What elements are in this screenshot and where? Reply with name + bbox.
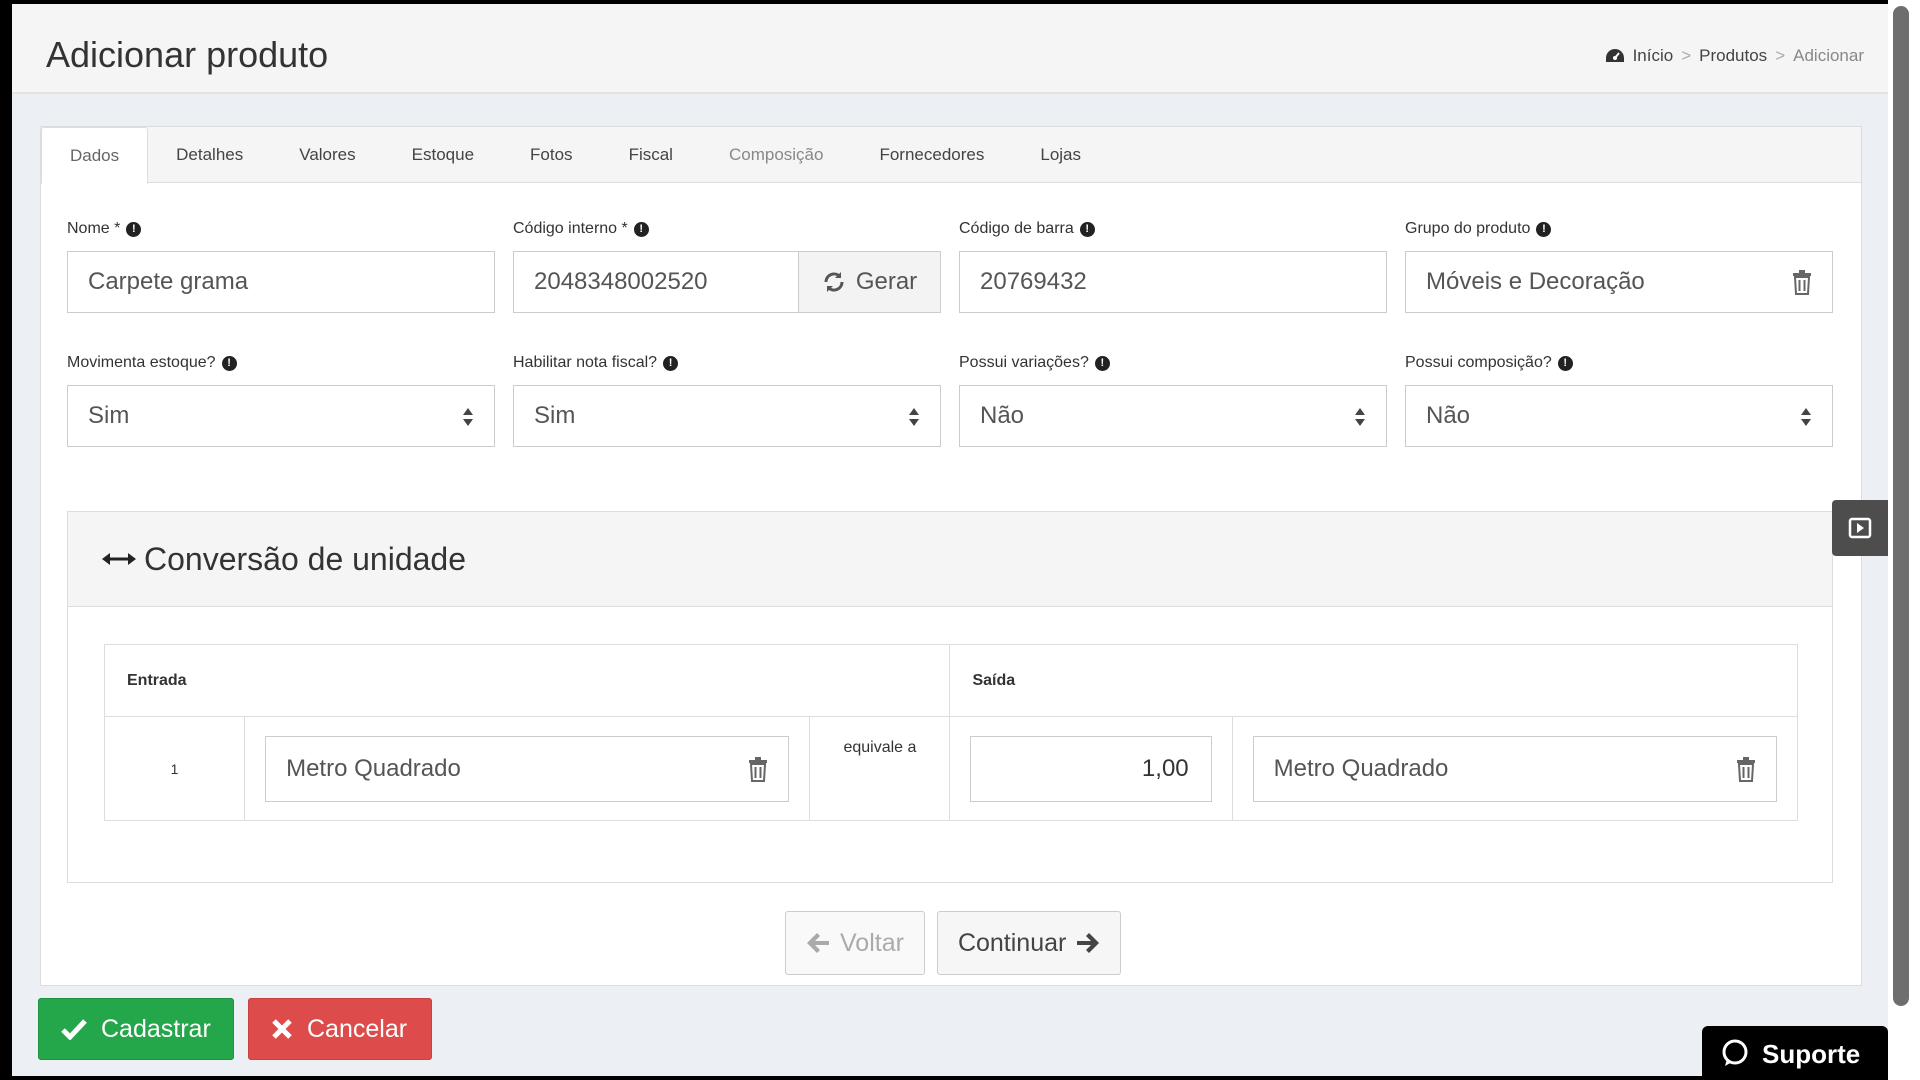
tab-fornecedores[interactable]: Fornecedores bbox=[851, 127, 1012, 182]
trash-icon[interactable] bbox=[1734, 755, 1758, 783]
table-row: 1 Metro Quadrado equivale a 1,00 Metro Q… bbox=[103, 716, 1799, 821]
entrada-quantity: 1 bbox=[103, 716, 246, 821]
dashboard-icon bbox=[1605, 49, 1624, 62]
info-icon[interactable]: ! bbox=[1536, 221, 1552, 237]
entrada-unit-input[interactable]: Metro Quadrado bbox=[265, 735, 790, 802]
field-movimenta-estoque: Movimenta estoque? ! Sim bbox=[67, 351, 495, 447]
field-nome: Nome * ! Carpete grama bbox=[67, 217, 495, 313]
info-icon[interactable]: ! bbox=[1557, 355, 1573, 371]
composicao-label: Possui composição? ! bbox=[1405, 351, 1833, 375]
app-window: Adicionar produto Início > Produtos > Ad… bbox=[12, 4, 1888, 1076]
breadcrumb-inicio[interactable]: Início bbox=[1633, 46, 1674, 66]
conversao-heading: Conversão de unidade bbox=[68, 512, 1832, 607]
info-icon[interactable]: ! bbox=[1094, 355, 1110, 371]
movimenta-estoque-label: Movimenta estoque? ! bbox=[67, 351, 495, 375]
breadcrumb-produtos[interactable]: Produtos bbox=[1699, 46, 1767, 66]
table-header-row: Entrada Saída bbox=[103, 644, 1798, 717]
arrow-right-icon bbox=[1077, 933, 1100, 953]
form-row-1: Nome * ! Carpete grama Código interno * … bbox=[67, 217, 1835, 313]
codigo-barra-label: Código de barra ! bbox=[959, 217, 1387, 241]
select-caret-icon bbox=[463, 408, 473, 426]
info-icon[interactable]: ! bbox=[633, 221, 649, 237]
movimenta-estoque-select[interactable]: Sim bbox=[67, 385, 495, 447]
tab-composicao[interactable]: Composição bbox=[701, 127, 852, 182]
entrada-header: Entrada bbox=[103, 644, 951, 717]
product-form-box: Dados Detalhes Valores Estoque Fotos Fis… bbox=[40, 126, 1862, 986]
cadastrar-button[interactable]: Cadastrar bbox=[38, 998, 234, 1060]
grupo-input[interactable]: Móveis e Decoração bbox=[1405, 251, 1833, 313]
field-grupo: Grupo do produto ! Móveis e Decoração bbox=[1405, 217, 1833, 313]
conversao-table: Entrada Saída 1 Metro Quadrado equivale … bbox=[103, 644, 1799, 821]
tab-dados[interactable]: Dados bbox=[41, 127, 149, 184]
nome-input[interactable]: Carpete grama bbox=[67, 251, 495, 313]
tab-valores[interactable]: Valores bbox=[271, 127, 383, 182]
codigo-interno-label: Código interno * ! bbox=[513, 217, 941, 241]
variacoes-label: Possui variações? ! bbox=[959, 351, 1387, 375]
chat-bubble-icon bbox=[1722, 1039, 1748, 1066]
breadcrumb: Início > Produtos > Adicionar bbox=[1605, 46, 1864, 66]
composicao-select[interactable]: Não bbox=[1405, 385, 1833, 447]
tab-fiscal[interactable]: Fiscal bbox=[601, 127, 701, 182]
breadcrumb-adicionar: Adicionar bbox=[1793, 46, 1864, 65]
tab-estoque[interactable]: Estoque bbox=[384, 127, 502, 182]
gerar-button[interactable]: Gerar bbox=[799, 251, 941, 313]
info-icon[interactable]: ! bbox=[663, 355, 679, 371]
grupo-label: Grupo do produto ! bbox=[1405, 217, 1833, 241]
saida-unit-input[interactable]: Metro Quadrado bbox=[1252, 735, 1777, 802]
field-composicao: Possui composição? ! Não bbox=[1405, 351, 1833, 447]
suporte-button[interactable]: Suporte bbox=[1702, 1026, 1888, 1076]
codigo-interno-group: 2048348002520 Gerar bbox=[513, 251, 941, 313]
tab-bar: Dados Detalhes Valores Estoque Fotos Fis… bbox=[41, 127, 1861, 184]
codigo-interno-input[interactable]: 2048348002520 bbox=[513, 251, 799, 313]
conversao-panel: Conversão de unidade Entrada Saída 1 Met… bbox=[67, 511, 1833, 883]
horizontal-arrows-icon bbox=[102, 553, 136, 565]
select-caret-icon bbox=[1801, 408, 1811, 426]
select-caret-icon bbox=[909, 408, 919, 426]
tab-lojas[interactable]: Lojas bbox=[1012, 127, 1109, 182]
scrollbar[interactable] bbox=[1888, 0, 1920, 1080]
nota-fiscal-label: Habilitar nota fiscal? ! bbox=[513, 351, 941, 375]
saida-header: Saída bbox=[949, 644, 1798, 717]
close-icon bbox=[272, 1019, 292, 1039]
breadcrumb-separator: > bbox=[1681, 46, 1692, 65]
nome-label: Nome * ! bbox=[67, 217, 495, 241]
conversao-title: Conversão de unidade bbox=[144, 540, 467, 577]
form-row-2: Movimenta estoque? ! Sim Habilitar nota … bbox=[67, 351, 1835, 447]
arrow-left-icon bbox=[807, 933, 829, 953]
select-caret-icon bbox=[1355, 408, 1365, 426]
page-title: Adicionar produto bbox=[46, 34, 329, 75]
voltar-button[interactable]: Voltar bbox=[785, 911, 925, 975]
tab-fotos[interactable]: Fotos bbox=[502, 127, 601, 182]
continuar-button[interactable]: Continuar bbox=[936, 911, 1122, 975]
refresh-icon bbox=[824, 272, 844, 292]
field-nota-fiscal: Habilitar nota fiscal? ! Sim bbox=[513, 351, 941, 447]
field-codigo-interno: Código interno * ! 2048348002520 Gerar bbox=[513, 217, 941, 313]
codigo-barra-input[interactable]: 20769432 bbox=[959, 251, 1387, 313]
tab-detalhes[interactable]: Detalhes bbox=[148, 127, 271, 182]
scrollbar-thumb[interactable] bbox=[1893, 6, 1909, 1006]
breadcrumb-separator: > bbox=[1775, 46, 1786, 65]
equivale-label: equivale a bbox=[809, 716, 951, 821]
info-icon[interactable]: ! bbox=[1079, 221, 1095, 237]
wizard-nav: Voltar Continuar bbox=[785, 911, 1122, 975]
side-panel-toggle[interactable] bbox=[1832, 500, 1888, 556]
info-icon[interactable]: ! bbox=[126, 221, 142, 237]
trash-icon[interactable] bbox=[1790, 268, 1814, 296]
variacoes-select[interactable]: Não bbox=[959, 385, 1387, 447]
page-header: Adicionar produto Início > Produtos > Ad… bbox=[12, 4, 1888, 94]
field-codigo-barra: Código de barra ! 20769432 bbox=[959, 217, 1387, 313]
cancelar-button[interactable]: Cancelar bbox=[248, 998, 432, 1060]
field-variacoes: Possui variações? ! Não bbox=[959, 351, 1387, 447]
nota-fiscal-select[interactable]: Sim bbox=[513, 385, 941, 447]
check-icon bbox=[61, 1019, 87, 1040]
play-box-icon bbox=[1848, 517, 1872, 539]
trash-icon[interactable] bbox=[746, 755, 770, 783]
info-icon[interactable]: ! bbox=[221, 355, 237, 371]
saida-value-input[interactable]: 1,00 bbox=[970, 735, 1212, 802]
